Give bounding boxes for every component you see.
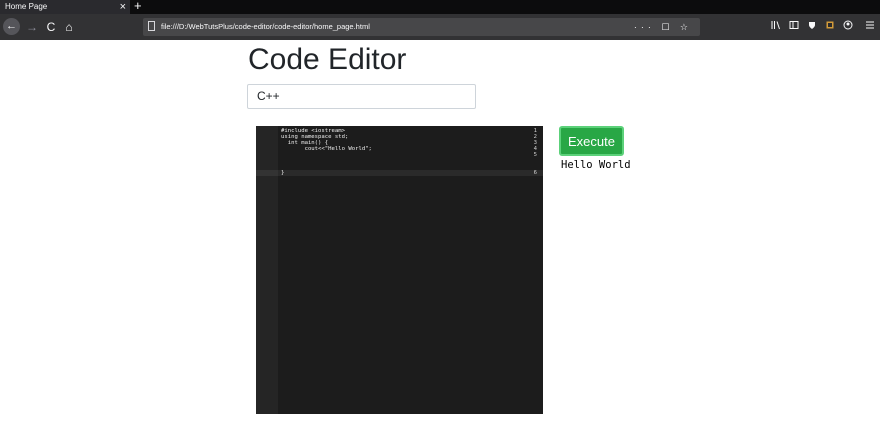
code-line[interactable]: } [281,170,284,176]
browser-navbar: ← → C ⌂ file:///D:/WebTutsPlus/code-edit… [0,14,880,40]
tab-title: Home Page [5,2,48,11]
language-select[interactable]: C++ [247,84,476,109]
close-tab-icon[interactable]: × [120,0,126,14]
code-editor[interactable]: 1 2 3 4 5 6 #include <iostream> using na… [256,126,543,414]
active-line-gutter [256,170,278,176]
back-button[interactable]: ← [3,18,20,35]
page-icon [148,21,155,31]
forward-button[interactable]: → [24,19,40,35]
execute-button[interactable]: Execute [559,126,624,156]
browser-tab[interactable]: Home Page × [0,0,130,14]
active-line-highlight [278,170,543,176]
reload-button[interactable]: C [43,19,59,35]
library-icon[interactable] [770,19,782,35]
url-text[interactable]: file:///D:/WebTutsPlus/code-editor/code-… [161,18,370,36]
sidebar-icon[interactable] [788,19,800,35]
home-button[interactable]: ⌂ [61,19,77,35]
line-number: 6 [533,170,537,176]
page-title: Code Editor [248,43,407,76]
account-icon[interactable] [842,19,854,35]
output-text: Hello World [561,159,631,171]
url-bar[interactable]: file:///D:/WebTutsPlus/code-editor/code-… [143,18,700,36]
url-actions[interactable]: ··· ☐ ☆ [634,18,692,36]
shield-icon[interactable] [806,19,818,35]
extension-icon[interactable] [824,19,836,35]
menu-icon[interactable] [864,19,876,35]
line-number: 5 [533,152,537,158]
new-tab-button[interactable]: + [134,0,142,13]
browser-tabbar: Home Page × + [0,0,880,14]
code-line[interactable]: cout<<"Hello World"; [281,146,372,152]
